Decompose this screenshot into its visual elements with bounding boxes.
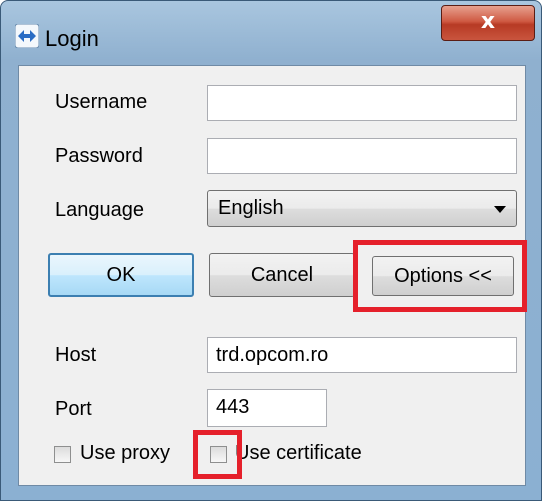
app-icon (15, 24, 39, 48)
username-input[interactable] (207, 85, 517, 121)
use-proxy-checkbox[interactable] (54, 446, 71, 463)
host-label: Host (55, 344, 97, 366)
cancel-button[interactable]: Cancel (209, 253, 355, 297)
ok-button[interactable]: OK (48, 253, 194, 297)
options-button-highlight (353, 240, 527, 312)
title-bar[interactable]: Login x (1, 1, 541, 65)
close-button[interactable]: x (441, 5, 535, 41)
port-label: Port (55, 398, 92, 420)
username-label: Username (55, 91, 148, 113)
language-label: Language (55, 199, 144, 221)
use-certificate-highlight (193, 430, 242, 479)
language-selected-value: English (218, 197, 284, 219)
host-input[interactable]: trd.opcom.ro (207, 337, 517, 373)
password-input[interactable] (207, 138, 517, 174)
dropdown-arrow-icon[interactable] (494, 206, 506, 213)
port-input[interactable]: 443 (207, 389, 327, 427)
use-certificate-label[interactable]: Use certificate (235, 442, 362, 465)
password-label: Password (55, 145, 143, 167)
use-proxy-label[interactable]: Use proxy (80, 442, 170, 465)
language-select[interactable]: English (207, 190, 517, 227)
window-title: Login (45, 26, 99, 51)
